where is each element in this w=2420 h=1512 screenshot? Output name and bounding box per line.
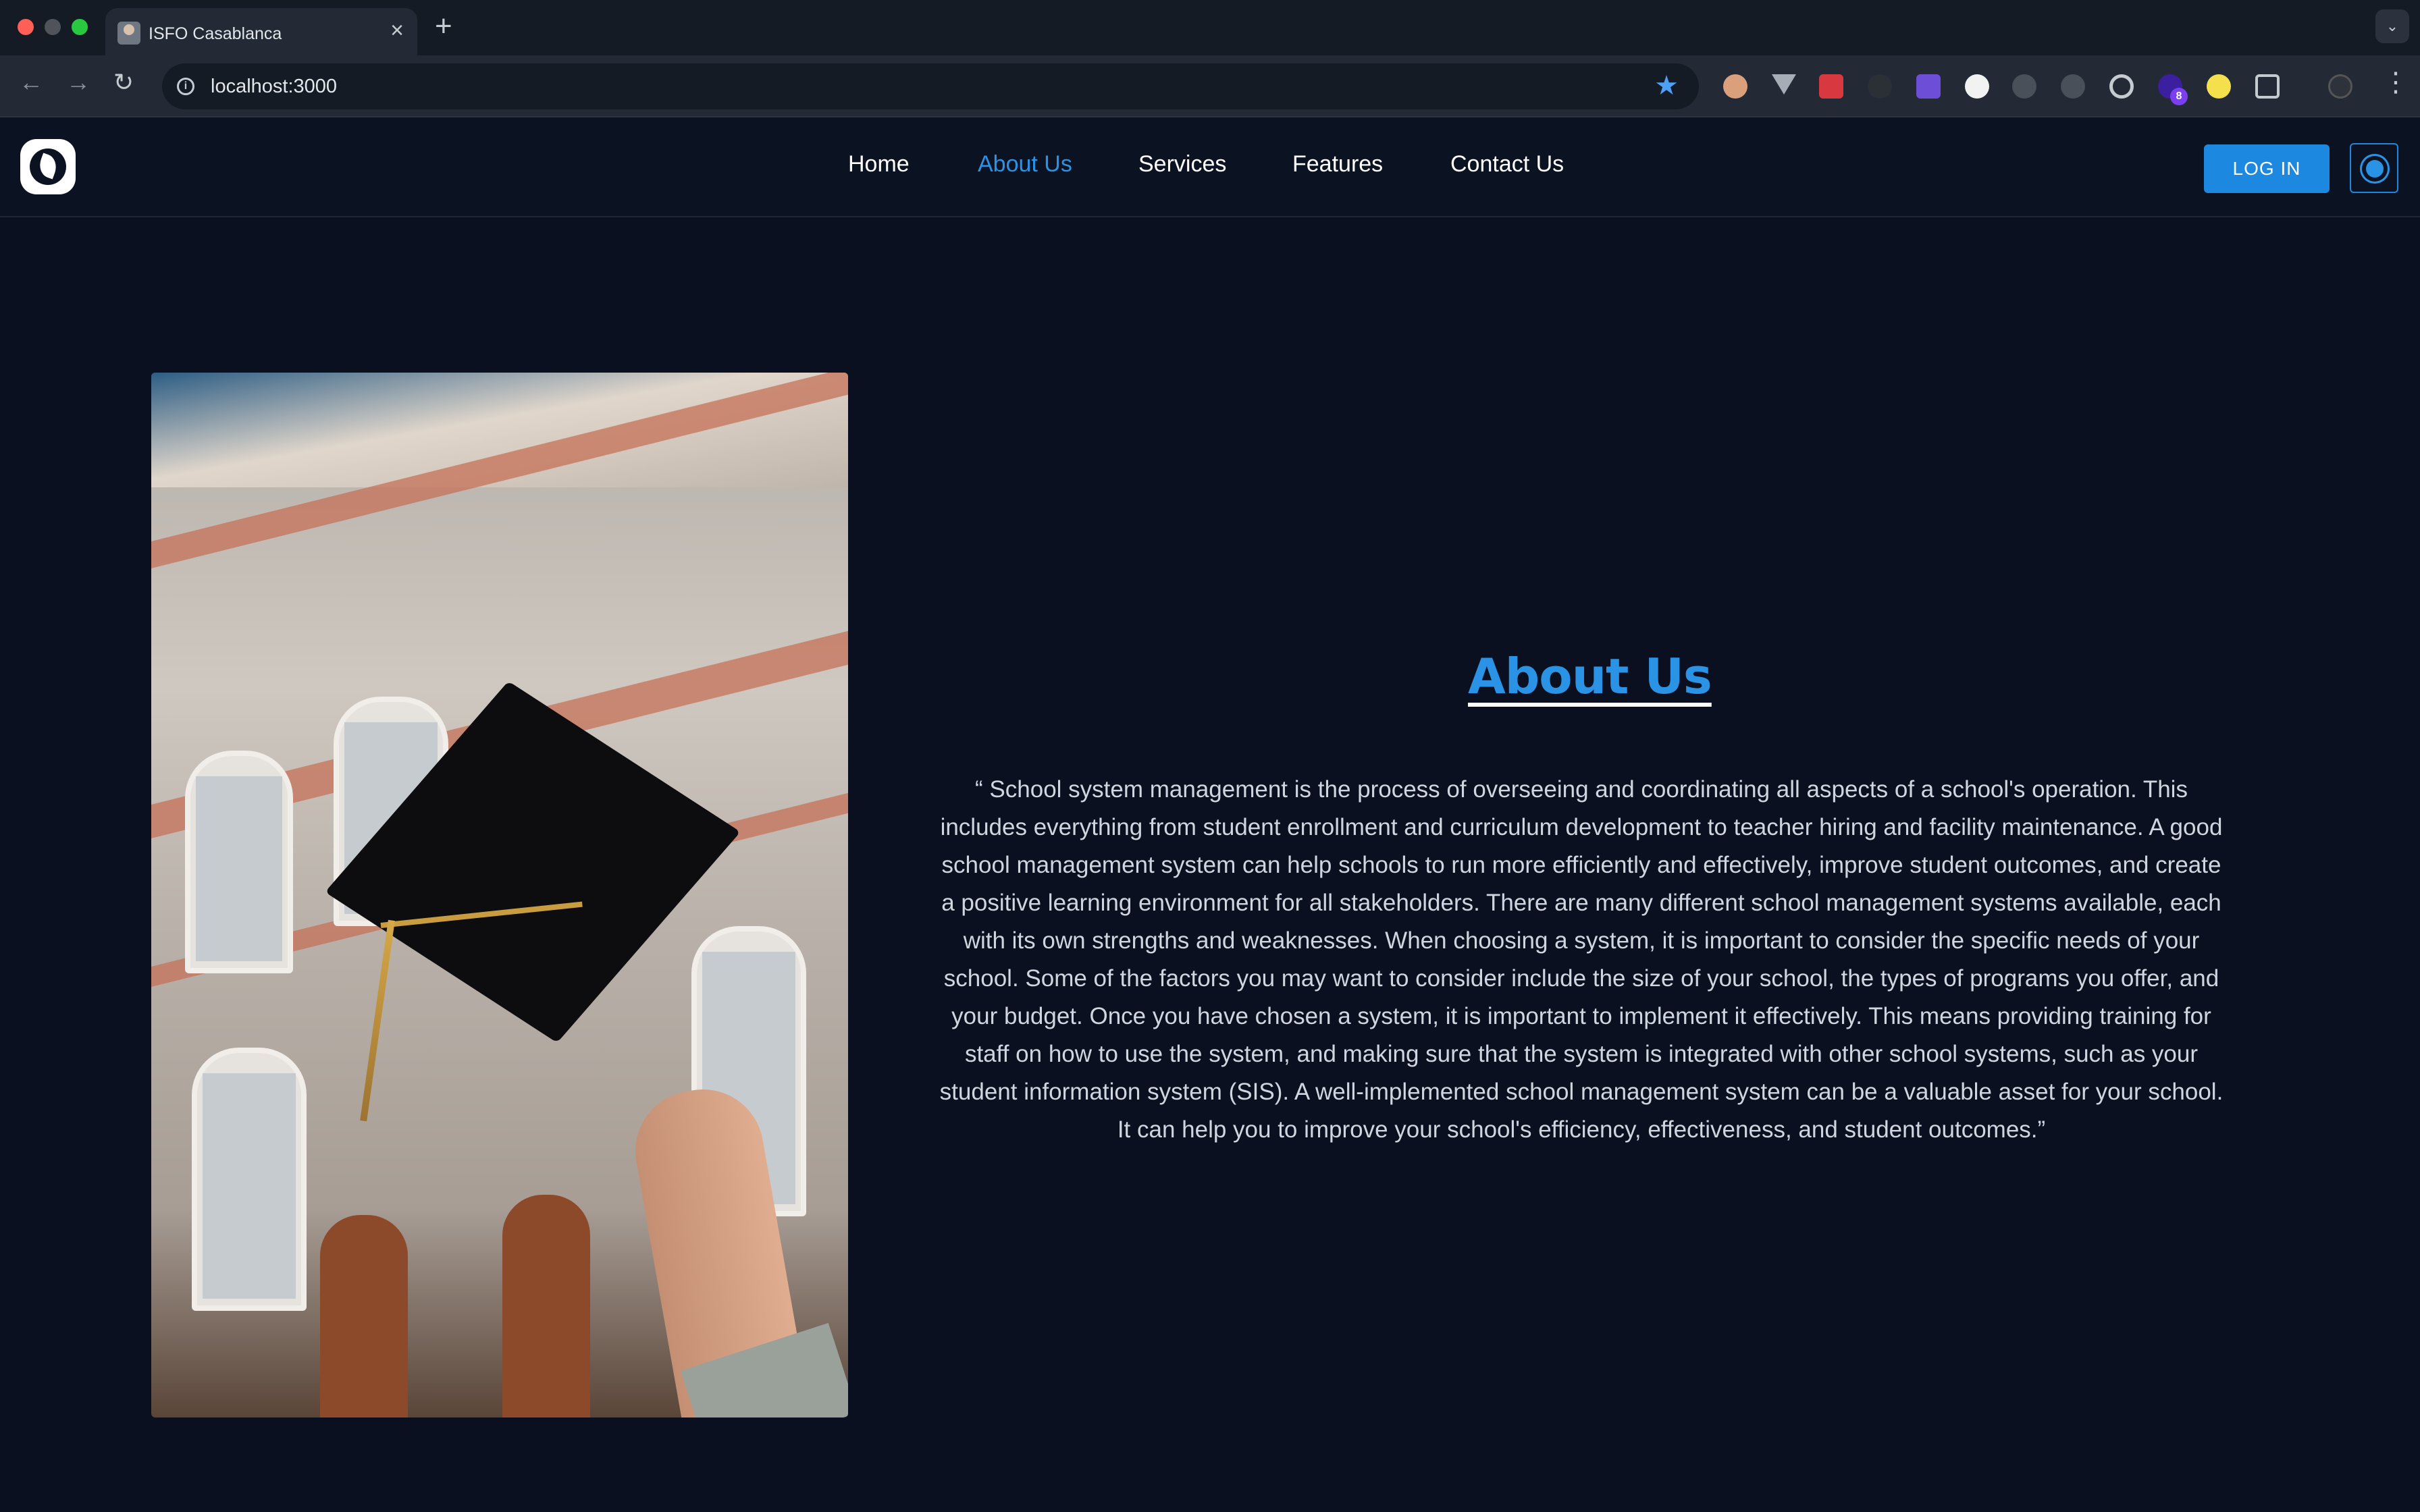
forward-arrow-icon[interactable]: → [66, 70, 90, 94]
extension-badge-icon[interactable]: 8 [2158, 74, 2188, 105]
about-us-heading: About Us [1468, 648, 1712, 705]
extension-red-icon[interactable] [1819, 74, 1843, 99]
nav-contact-us[interactable]: Contact Us [1450, 151, 1564, 178]
tab-title: ISFO Casablanca [149, 24, 282, 43]
site-header: Home About Us Services Features Contact … [0, 117, 2420, 217]
extension-yellow-icon[interactable] [2207, 74, 2231, 99]
photo-window [192, 1048, 307, 1311]
window-close-button[interactable] [18, 19, 34, 35]
login-button[interactable]: LOG IN [2204, 144, 2330, 193]
main-nav: Home About Us Services Features Contact … [0, 151, 2420, 185]
new-tab-button[interactable]: + [435, 9, 452, 43]
site-info-icon[interactable]: i [177, 78, 194, 95]
tab-close-icon[interactable]: × [390, 19, 404, 42]
browser-tab-bar: ISFO Casablanca × + ⌄ [0, 0, 2420, 57]
extension-badge-count: 8 [2170, 88, 2188, 105]
url-text[interactable]: localhost:3000 [211, 76, 337, 98]
photo-window [185, 751, 293, 973]
sun-icon [2366, 160, 2384, 178]
photo-door [502, 1195, 590, 1418]
browser-tab[interactable]: ISFO Casablanca × [105, 8, 417, 57]
browser-menu-icon[interactable]: ⋮ [2382, 69, 2409, 96]
window-minimize-button[interactable] [45, 19, 61, 35]
about-us-description: “ School system management is the proces… [939, 776, 2224, 1143]
extension-white-icon[interactable] [1965, 74, 1989, 99]
photo-window-glass [196, 776, 282, 961]
nav-home[interactable]: Home [848, 151, 910, 178]
extension-bug-icon[interactable] [2012, 74, 2036, 99]
extension-owl-icon[interactable] [1723, 74, 1747, 99]
window-zoom-button[interactable] [72, 19, 88, 35]
profile-avatar[interactable] [2328, 74, 2352, 99]
extension-purple-icon[interactable] [1916, 74, 1941, 99]
extension-vue-icon[interactable] [1772, 74, 1796, 94]
reload-icon[interactable]: ↻ [113, 70, 134, 94]
photo-tassel [360, 919, 395, 1122]
extension-target-icon[interactable] [2109, 74, 2134, 99]
graduation-cap-photo [151, 373, 848, 1418]
extension-recycle-icon[interactable] [2061, 74, 2085, 99]
extension-panda-icon[interactable] [1868, 74, 1892, 99]
tab-search-button[interactable]: ⌄ [2375, 9, 2409, 43]
address-bar[interactable]: i localhost:3000 ★ [162, 63, 1699, 109]
browser-toolbar: ← → ↻ i localhost:3000 ★ 8 ⋮ [0, 55, 2420, 117]
photo-window-glass [203, 1073, 296, 1299]
bookmark-star-icon[interactable]: ★ [1654, 70, 1679, 101]
nav-features[interactable]: Features [1292, 151, 1383, 178]
back-arrow-icon[interactable]: ← [19, 70, 43, 94]
nav-services[interactable]: Services [1138, 151, 1226, 178]
theme-toggle-button[interactable] [2350, 143, 2398, 193]
favicon-icon [117, 22, 140, 45]
photo-door [320, 1215, 408, 1418]
extensions-puzzle-icon[interactable] [2255, 74, 2280, 99]
nav-about-us[interactable]: About Us [978, 151, 1072, 178]
